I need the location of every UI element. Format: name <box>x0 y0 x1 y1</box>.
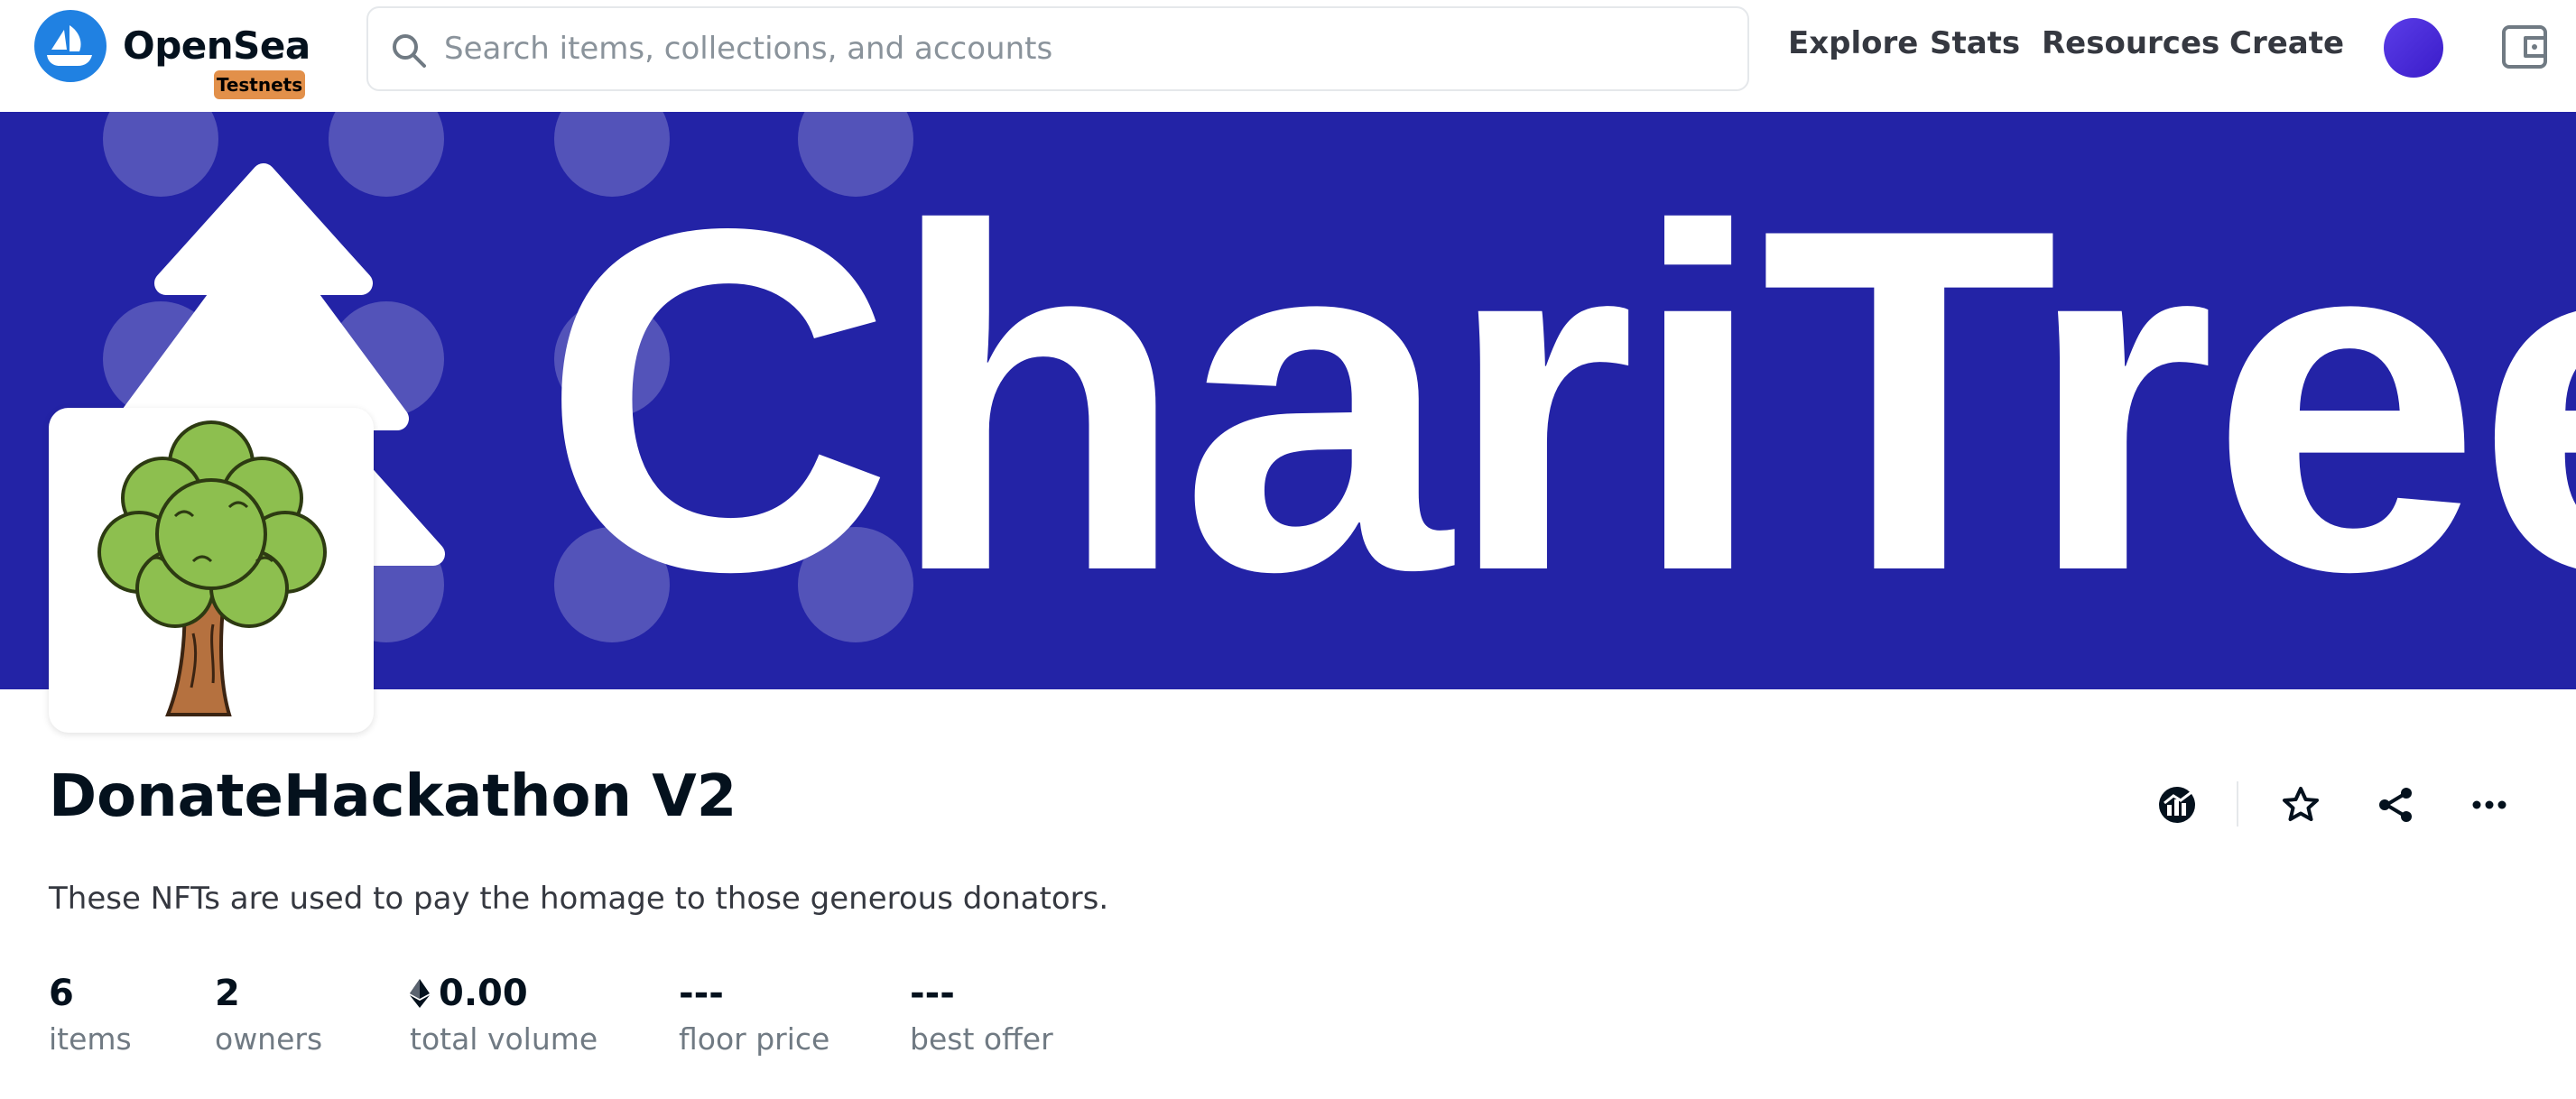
search-icon <box>393 34 426 68</box>
stat-value: 6 <box>49 973 74 1014</box>
collection-banner: ChariTree <box>0 112 2576 689</box>
stat-total-volume[interactable]: 0.00 total volume <box>410 973 598 1057</box>
collection-avatar <box>49 408 374 733</box>
avatar[interactable] <box>2384 18 2443 78</box>
stat-label: floor price <box>679 1021 830 1057</box>
top-nav: OpenSea Testnets Explore Stats Resources… <box>0 0 2576 112</box>
brand-name[interactable]: OpenSea <box>123 23 310 68</box>
stat-value-row: 0.00 <box>410 973 598 1018</box>
tree-illustration-icon <box>97 420 327 716</box>
search-bar[interactable] <box>366 6 1749 91</box>
search-input[interactable] <box>444 26 1708 71</box>
action-divider <box>2237 781 2238 827</box>
ethereum-icon <box>410 979 430 1008</box>
share-icon[interactable] <box>2372 781 2419 828</box>
nav-create[interactable]: Create <box>2229 25 2344 61</box>
wallet-icon[interactable] <box>2500 22 2551 72</box>
stat-owners[interactable]: 2 owners <box>215 973 322 1057</box>
collection-description: These NFTs are used to pay the homage to… <box>49 881 1109 917</box>
nav-stats[interactable]: Stats <box>1930 25 2020 61</box>
stat-value: 2 <box>215 973 240 1014</box>
activity-chart-icon[interactable] <box>2154 781 2201 828</box>
nav-explore[interactable]: Explore <box>1788 25 1918 61</box>
nav-resources[interactable]: Resources <box>2042 25 2219 61</box>
opensea-logo-icon[interactable] <box>34 10 107 82</box>
stat-best-offer[interactable]: --- best offer <box>910 973 1053 1057</box>
collection-title: DonateHackathon V2 <box>49 763 737 830</box>
banner-title: ChariTree <box>542 128 2576 672</box>
more-icon[interactable] <box>2466 781 2513 828</box>
stat-value: --- <box>910 973 955 1014</box>
stat-label: owners <box>215 1021 323 1057</box>
stat-floor-price[interactable]: --- floor price <box>679 973 829 1057</box>
stat-items[interactable]: 6 items <box>49 973 132 1057</box>
stat-value: --- <box>679 973 724 1014</box>
stat-label: total volume <box>410 1021 598 1057</box>
stat-value: 0.00 <box>439 973 528 1014</box>
stat-label: best offer <box>910 1021 1053 1057</box>
stat-label: items <box>49 1021 132 1057</box>
star-icon[interactable] <box>2277 781 2324 828</box>
testnets-badge: Testnets <box>214 70 305 99</box>
